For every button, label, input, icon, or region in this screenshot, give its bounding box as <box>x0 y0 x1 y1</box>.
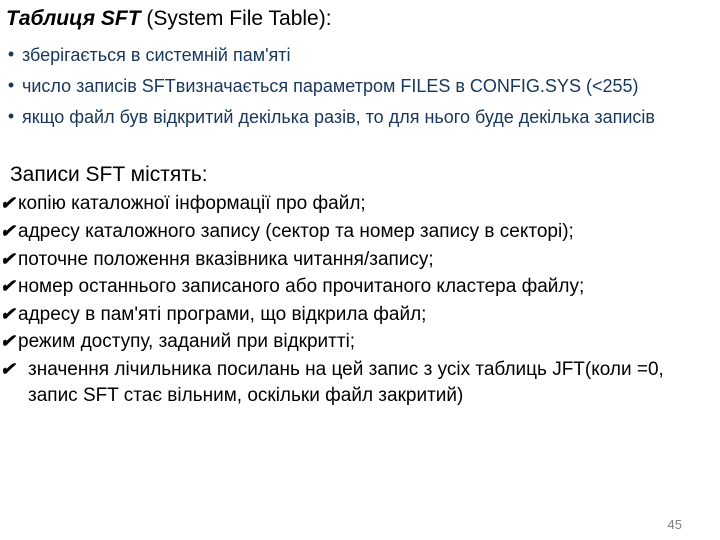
list-item-text: копію каталожної інформації про файл; <box>18 191 720 217</box>
checkmark-icon: ✔ <box>0 329 18 353</box>
list-item: ✔ поточне положення вказівника читання/з… <box>0 247 720 273</box>
checkmark-icon: ✔ <box>0 247 18 271</box>
title-prefix: Таблиця SFT <box>6 7 141 30</box>
list-item: ✔ адресу каталожного запису (сектор та н… <box>0 219 720 245</box>
checkmark-icon: ✔ <box>0 219 18 243</box>
bullet-dot-icon: • <box>0 73 22 98</box>
list-item: ✔ номер останнього записаного або прочит… <box>0 274 720 300</box>
list-item-text: адресу в пам'яті програми, що відкрила ф… <box>18 302 720 328</box>
list-item-text: адресу каталожного запису (сектор та ном… <box>18 219 720 245</box>
list-item-text: якщо файл був відкритий декілька разів, … <box>22 104 714 131</box>
list-item: ✔ копію каталожної інформації про файл; <box>0 191 720 217</box>
sub-heading: Записи SFT містять: <box>10 163 720 187</box>
bullet-dot-icon: • <box>0 104 22 129</box>
list-item: ✔ режим доступу, заданий при відкритті; <box>0 329 720 355</box>
list-item-text: зберігається в системній пам'яті <box>22 42 714 69</box>
list-item: ✔ значення лічильника посилань на цей за… <box>0 357 720 408</box>
checkmark-icon: ✔ <box>0 357 18 381</box>
list-item-text: число записів SFTвизначається параметром… <box>22 73 714 100</box>
title-suffix: (System File Table): <box>141 7 332 30</box>
list-item: • число записів SFTвизначається параметр… <box>0 73 714 100</box>
slide-title: Таблиця SFT (System File Table): <box>6 6 720 32</box>
list-item-text: режим доступу, заданий при відкритті; <box>18 329 720 355</box>
list-item: ✔ адресу в пам'яті програми, що відкрила… <box>0 302 720 328</box>
list-item-text: поточне положення вказівника читання/зап… <box>18 247 720 273</box>
page-number: 45 <box>668 517 682 532</box>
list-item: • зберігається в системній пам'яті <box>0 42 714 69</box>
list-item-text: номер останнього записаного або прочитан… <box>18 274 720 300</box>
bullet-dot-icon: • <box>0 42 22 67</box>
slide: Таблиця SFT (System File Table): • збері… <box>0 6 720 540</box>
checkmark-icon: ✔ <box>0 191 18 215</box>
list-item-text: значення лічильника посилань на цей запи… <box>18 357 720 408</box>
checkmark-icon: ✔ <box>0 302 18 326</box>
properties-list: • зберігається в системній пам'яті • чис… <box>0 42 714 131</box>
contents-list: ✔ копію каталожної інформації про файл; … <box>0 191 720 408</box>
checkmark-icon: ✔ <box>0 274 18 298</box>
list-item: • якщо файл був відкритий декілька разів… <box>0 104 714 131</box>
